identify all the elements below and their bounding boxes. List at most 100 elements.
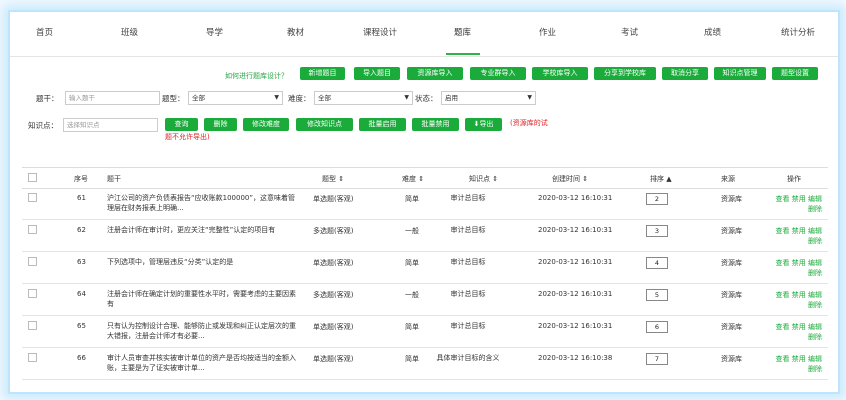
nav-textbook[interactable]: 教材 [287,26,304,38]
disable-link[interactable]: 禁用 [792,259,806,267]
delete-link[interactable]: 删除 [808,237,822,245]
row-checkbox[interactable] [28,225,37,234]
difficulty-select-value: 全部 [318,94,331,102]
nav-home[interactable]: 首页 [36,26,53,38]
share-to-school-button[interactable]: 分享到学校库 [594,67,656,80]
delete-link[interactable]: 删除 [808,301,822,309]
row-sort-input[interactable]: 3 [646,225,668,237]
resource-import-button[interactable]: 资源库导入 [407,67,463,80]
difficulty-label: 难度： [288,94,311,103]
disable-link[interactable]: 禁用 [792,355,806,363]
row-created: 2020-03-12 16:10:38 [538,354,613,362]
table-row: 63 下列选项中，管理层违反“分类”认定的是 单选题(客观) 简单 审计总目标 … [22,252,828,284]
export-button[interactable]: ⬇导出 [465,118,502,131]
nav-question-bank[interactable]: 题库 [454,26,471,38]
row-type: 单选题(客观) [313,195,354,203]
delete-button[interactable]: 删除 [204,118,237,131]
view-link[interactable]: 查看 [776,195,790,203]
batch-disable-button[interactable]: 批量禁用 [412,118,459,131]
row-knowledge-point: 具体审计目标的含义 [436,354,500,362]
stem-input[interactable]: 输入题干 [65,91,160,105]
nav-course-design[interactable]: 课程设计 [363,26,397,38]
row-ops: 查看 禁用 编辑 删除 [774,290,822,310]
col-ops: 操作 [787,175,801,183]
type-select[interactable]: 全部 ▼ [188,91,283,105]
nav-guide[interactable]: 导学 [206,26,223,38]
row-stem: 注册会计师在确定计划的重要性水平时，需要考虑的主要因素有 [107,290,296,308]
row-sort-input[interactable]: 2 [646,193,668,205]
delete-link[interactable]: 删除 [808,205,822,213]
row-difficulty: 简单 [405,195,419,203]
status-select-value: 启用 [445,94,458,102]
import-question-button[interactable]: 导入题目 [354,67,400,80]
edit-link[interactable]: 编辑 [808,259,822,267]
table-header: 序号 题干 题型 ⇕ 难度 ⇕ 知识点 ⇕ 创建时间 ⇕ 排序 ▲ 来源 操作 [22,167,828,189]
row-type: 多选题(客观) [313,227,354,235]
view-link[interactable]: 查看 [776,227,790,235]
edit-link[interactable]: 编辑 [808,291,822,299]
disable-link[interactable]: 禁用 [792,227,806,235]
modify-knowledge-point-button[interactable]: 修改知识点 [296,118,353,131]
view-link[interactable]: 查看 [776,323,790,331]
row-checkbox[interactable] [28,321,37,330]
export-warning-line2: 题不允许导出) [165,133,210,141]
col-sort[interactable]: 排序 ▲ [650,174,672,184]
disable-link[interactable]: 禁用 [792,195,806,203]
export-label: 导出 [479,120,494,128]
row-checkbox[interactable] [28,289,37,298]
edit-link[interactable]: 编辑 [808,195,822,203]
col-stem: 题干 [107,175,121,183]
disable-link[interactable]: 禁用 [792,323,806,331]
delete-link[interactable]: 删除 [808,365,822,373]
row-knowledge-point: 审计总目标 [450,194,486,202]
top-nav: 首页 班级 导学 教材 课程设计 题库 作业 考试 成绩 统计分析 [10,26,838,44]
batch-enable-button[interactable]: 批量启用 [359,118,406,131]
help-link[interactable]: 如何进行题库设计？ [225,71,288,81]
delete-link[interactable]: 删除 [808,269,822,277]
knowledge-point-input[interactable]: 选择知识点 [63,118,158,132]
cancel-share-button[interactable]: 取消分享 [662,67,708,80]
row-knowledge-point: 审计总目标 [450,290,486,298]
question-type-settings-button[interactable]: 题型设置 [772,67,818,80]
row-source: 资源库 [721,291,742,299]
row-checkbox[interactable] [28,353,37,362]
nav-exam[interactable]: 考试 [621,26,638,38]
knowledge-point-manage-button[interactable]: 知识点管理 [714,67,766,80]
disable-link[interactable]: 禁用 [792,291,806,299]
edit-link[interactable]: 编辑 [808,355,822,363]
delete-link[interactable]: 删除 [808,333,822,341]
col-type[interactable]: 题型 ⇕ [322,174,344,184]
nav-statistics[interactable]: 统计分析 [781,26,815,38]
view-link[interactable]: 查看 [776,259,790,267]
edit-link[interactable]: 编辑 [808,227,822,235]
view-link[interactable]: 查看 [776,355,790,363]
col-difficulty[interactable]: 难度 ⇕ [402,174,424,184]
row-checkbox[interactable] [28,257,37,266]
row-sort-input[interactable]: 7 [646,353,668,365]
row-difficulty: 简单 [405,259,419,267]
major-group-import-button[interactable]: 专业群导入 [470,67,526,80]
status-select[interactable]: 启用 ▼ [441,91,536,105]
type-label: 题型： [162,94,185,103]
school-library-import-button[interactable]: 学校库导入 [532,67,588,80]
nav-grades[interactable]: 成绩 [704,26,721,38]
row-sort-input[interactable]: 5 [646,289,668,301]
select-all-checkbox[interactable] [28,173,37,182]
row-difficulty: 简单 [405,355,419,363]
view-link[interactable]: 查看 [776,291,790,299]
modify-difficulty-button[interactable]: 修改难度 [243,118,289,131]
row-created: 2020-03-12 16:10:31 [538,322,613,330]
nav-homework[interactable]: 作业 [539,26,556,38]
row-sort-input[interactable]: 4 [646,257,668,269]
edit-link[interactable]: 编辑 [808,323,822,331]
row-seq: 62 [77,226,86,234]
add-question-button[interactable]: 新增题目 [300,67,345,80]
search-button[interactable]: 查询 [165,118,198,131]
difficulty-select[interactable]: 全部 ▼ [314,91,413,105]
row-type: 单选题(客观) [313,259,354,267]
row-sort-input[interactable]: 6 [646,321,668,333]
col-created[interactable]: 创建时间 ⇕ [552,174,588,184]
row-checkbox[interactable] [28,193,37,202]
col-knowledge-point[interactable]: 知识点 ⇕ [469,174,498,184]
nav-class[interactable]: 班级 [121,26,138,38]
